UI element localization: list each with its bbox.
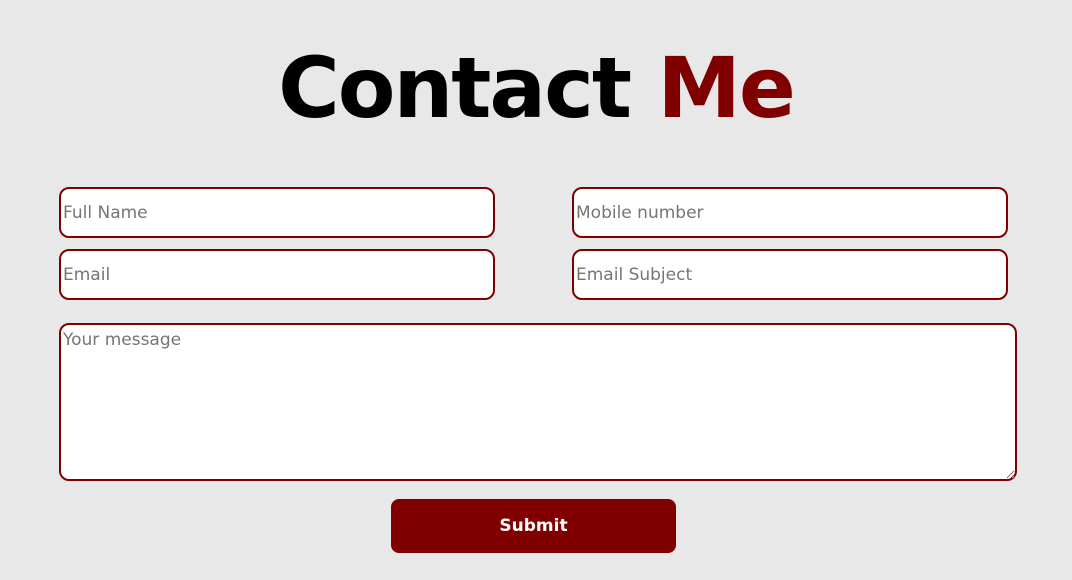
full-name-input[interactable] — [59, 187, 495, 238]
title-main: Contact — [278, 39, 632, 137]
page-title: Contact Me — [0, 38, 1072, 138]
email-subject-input[interactable] — [572, 249, 1008, 300]
email-input[interactable] — [59, 249, 495, 300]
message-textarea[interactable] — [59, 323, 1017, 481]
title-accent: Me — [657, 39, 796, 137]
submit-button[interactable]: Submit — [391, 499, 676, 553]
mobile-number-input[interactable] — [572, 187, 1008, 238]
